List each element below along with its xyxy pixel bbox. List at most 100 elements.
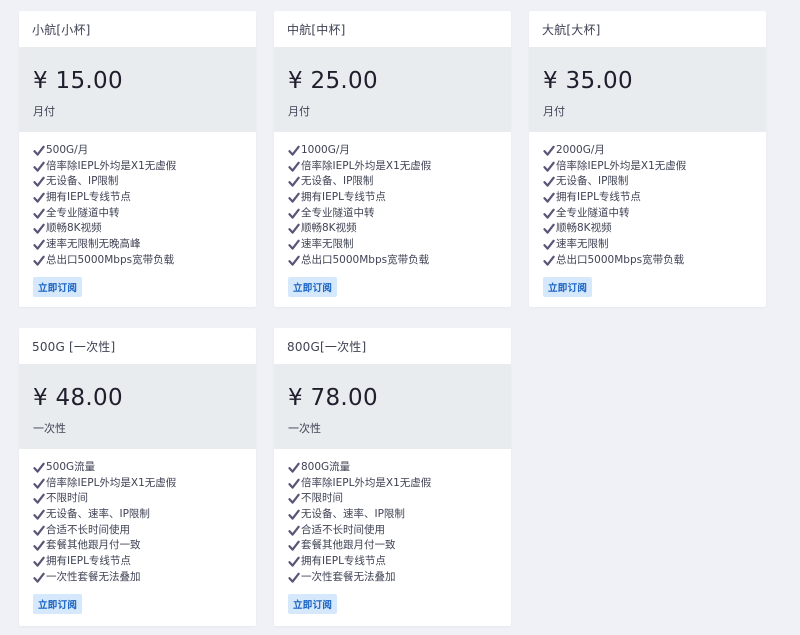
- feature-label: 不限时间: [301, 492, 343, 505]
- feature-item: 无设备、速率、IP限制: [288, 507, 511, 523]
- check-icon: [288, 208, 300, 220]
- feature-label: 拥有IEPL专线节点: [301, 555, 386, 568]
- feature-label: 倍率除IEPL外均是X1无虚假: [556, 159, 687, 172]
- feature-label: 无设备、IP限制: [556, 175, 629, 188]
- feature-label: 无设备、IP限制: [46, 175, 119, 188]
- plan-period: 月付: [33, 105, 55, 118]
- feature-label: 全专业隧道中转: [301, 206, 375, 219]
- feature-item: 倍率除IEPL外均是X1无虚假: [288, 159, 511, 175]
- feature-item: 套餐其他跟月付一致: [288, 538, 511, 554]
- check-icon: [33, 161, 45, 173]
- plan-price: ¥ 35.00: [543, 68, 633, 94]
- plan-name: 中航[中杯]: [287, 22, 346, 37]
- feature-item: 速率无限制无晚高峰: [33, 237, 256, 253]
- feature-item: 速率无限制: [543, 237, 766, 253]
- feature-label: 套餐其他跟月付一致: [301, 539, 396, 552]
- feature-item: 全专业隧道中转: [288, 206, 511, 222]
- check-icon: [33, 145, 45, 157]
- check-icon: [543, 176, 555, 188]
- feature-label: 顺畅8K视频: [556, 222, 612, 235]
- feature-item: 无设备、IP限制: [33, 174, 256, 190]
- check-icon: [288, 223, 300, 235]
- feature-label: 拥有IEPL专线节点: [556, 191, 641, 204]
- feature-item: 拥有IEPL专线节点: [33, 554, 256, 570]
- feature-label: 套餐其他跟月付一致: [46, 539, 141, 552]
- feature-item: 一次性套餐无法叠加: [288, 570, 511, 586]
- feature-item: 1000G/月: [288, 143, 511, 159]
- check-icon: [288, 540, 300, 552]
- plan-card-small: 小航[小杯] ¥ 15.00 月付 500G/月 倍率除IEPL外均是X1无虚假…: [19, 11, 256, 307]
- feature-item: 全专业隧道中转: [543, 206, 766, 222]
- subscribe-button[interactable]: 立即订阅: [543, 276, 593, 297]
- plan-name: 小航[小杯]: [32, 22, 91, 37]
- feature-label: 500G流量: [46, 461, 96, 473]
- feature-item: 顺畅8K视频: [33, 221, 256, 237]
- subscribe-button[interactable]: 立即订阅: [33, 593, 83, 614]
- feature-label: 速率无限制: [301, 238, 354, 251]
- feature-item: 拥有IEPL专线节点: [288, 554, 511, 570]
- feature-item: 800G流量: [288, 460, 511, 476]
- feature-item: 无设备、IP限制: [543, 174, 766, 190]
- feature-label: 倍率除IEPL外均是X1无虚假: [301, 476, 432, 489]
- subscribe-button[interactable]: 立即订阅: [33, 276, 83, 297]
- feature-label: 一次性套餐无法叠加: [46, 570, 141, 583]
- feature-item: 倍率除IEPL外均是X1无虚假: [33, 476, 256, 492]
- price-block: ¥ 48.00 一次性: [19, 364, 256, 449]
- check-icon: [288, 556, 300, 568]
- plan-price: ¥ 48.00: [33, 385, 123, 411]
- feature-label: 一次性套餐无法叠加: [301, 570, 396, 583]
- feature-label: 速率无限制: [556, 238, 609, 251]
- feature-label: 拥有IEPL专线节点: [46, 555, 131, 568]
- check-icon: [288, 255, 300, 267]
- feature-list: 1000G/月 倍率除IEPL外均是X1无虚假 无设备、IP限制 拥有IEPL专…: [274, 132, 511, 269]
- subscribe-button[interactable]: 立即订阅: [288, 276, 338, 297]
- check-icon: [288, 509, 300, 521]
- check-icon: [33, 556, 45, 568]
- plan-period: 月付: [543, 105, 565, 118]
- check-icon: [33, 223, 45, 235]
- check-icon: [288, 176, 300, 188]
- feature-item: 拥有IEPL专线节点: [543, 190, 766, 206]
- feature-label: 速率无限制无晚高峰: [46, 238, 141, 251]
- feature-item: 拥有IEPL专线节点: [33, 190, 256, 206]
- feature-item: 无设备、速率、IP限制: [33, 507, 256, 523]
- check-icon: [33, 176, 45, 188]
- check-icon: [33, 192, 45, 204]
- check-icon: [33, 208, 45, 220]
- feature-label: 合适不长时间使用: [301, 523, 385, 536]
- feature-item: 顺畅8K视频: [288, 221, 511, 237]
- feature-list: 800G流量 倍率除IEPL外均是X1无虚假 不限时间 无设备、速率、IP限制 …: [274, 449, 511, 586]
- price-block: ¥ 25.00 月付: [274, 47, 511, 132]
- check-icon: [33, 525, 45, 537]
- feature-item: 2000G/月: [543, 143, 766, 159]
- feature-label: 1000G/月: [301, 144, 350, 156]
- feature-item: 一次性套餐无法叠加: [33, 570, 256, 586]
- feature-list: 500G流量 倍率除IEPL外均是X1无虚假 不限时间 无设备、速率、IP限制 …: [19, 449, 256, 586]
- feature-item: 总出口5000Mbps宽带负载: [288, 253, 511, 269]
- feature-label: 全专业隧道中转: [556, 206, 630, 219]
- feature-label: 顺畅8K视频: [301, 222, 357, 235]
- price-block: ¥ 78.00 一次性: [274, 364, 511, 449]
- plan-name: 500G [一次性]: [32, 339, 116, 354]
- feature-list: 2000G/月 倍率除IEPL外均是X1无虚假 无设备、IP限制 拥有IEPL专…: [529, 132, 766, 269]
- feature-item: 倍率除IEPL外均是X1无虚假: [33, 159, 256, 175]
- feature-label: 总出口5000Mbps宽带负载: [46, 253, 175, 266]
- plan-card-500g-once: 500G [一次性] ¥ 48.00 一次性 500G流量 倍率除IEPL外均是…: [19, 328, 256, 626]
- check-icon: [288, 572, 300, 584]
- plan-period: 一次性: [288, 422, 321, 435]
- feature-item: 总出口5000Mbps宽带负载: [543, 253, 766, 269]
- feature-list: 500G/月 倍率除IEPL外均是X1无虚假 无设备、IP限制 拥有IEPL专线…: [19, 132, 256, 269]
- feature-label: 顺畅8K视频: [46, 222, 102, 235]
- feature-item: 不限时间: [288, 491, 511, 507]
- feature-label: 总出口5000Mbps宽带负载: [556, 253, 685, 266]
- feature-label: 800G流量: [301, 461, 351, 473]
- subscribe-button[interactable]: 立即订阅: [288, 593, 338, 614]
- plan-card-large: 大航[大杯] ¥ 35.00 月付 2000G/月 倍率除IEPL外均是X1无虚…: [529, 11, 766, 307]
- feature-item: 速率无限制: [288, 237, 511, 253]
- feature-item: 合适不长时间使用: [288, 523, 511, 539]
- plan-period: 月付: [288, 105, 310, 118]
- check-icon: [543, 255, 555, 267]
- check-icon: [543, 145, 555, 157]
- plan-price: ¥ 78.00: [288, 385, 378, 411]
- feature-label: 总出口5000Mbps宽带负载: [301, 253, 430, 266]
